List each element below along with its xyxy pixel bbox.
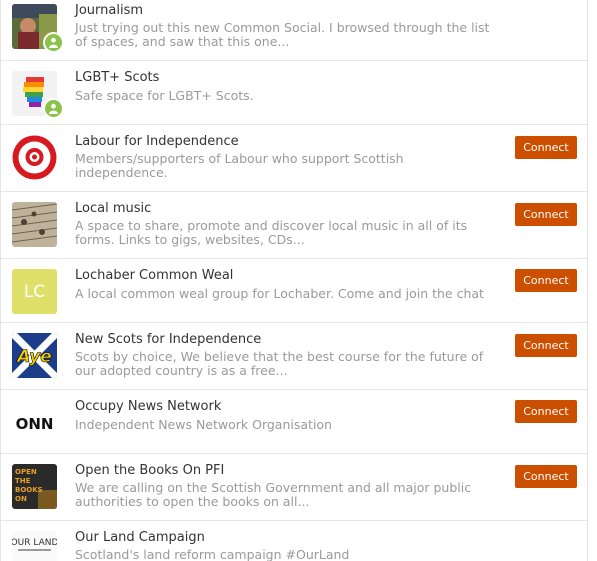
space-description: Safe space for LGBT+ Scots. bbox=[75, 88, 254, 103]
svg-text:OUR LAND: OUR LAND bbox=[12, 538, 57, 548]
connect-button[interactable]: Connect bbox=[515, 203, 577, 226]
connect-button[interactable]: Connect bbox=[515, 136, 577, 159]
space-description: We are calling on the Scottish Governmen… bbox=[75, 480, 472, 509]
labour-logo[interactable] bbox=[12, 135, 57, 180]
connect-button[interactable]: Connect bbox=[515, 334, 577, 357]
space-name[interactable]: Local music bbox=[75, 201, 151, 216]
space-description: A local common weal group for Lochaber. … bbox=[75, 286, 484, 301]
space-description: Scotland's land reform campaign #OurLand bbox=[75, 547, 350, 561]
list-item[interactable]: Labour for Independence Members/supporte… bbox=[1, 125, 587, 192]
list-item[interactable]: Journalism Just trying out this new Comm… bbox=[1, 0, 587, 61]
list-item[interactable]: OUR LAND Our Land Campaign Scotland's la… bbox=[1, 521, 587, 561]
new-scots-logo[interactable]: Aye bbox=[12, 333, 57, 378]
list-item[interactable]: LC Lochaber Common Weal A local common w… bbox=[1, 259, 587, 323]
lochaber-initials-avatar[interactable]: LC bbox=[12, 269, 57, 314]
our-land-logo[interactable]: OUR LAND bbox=[12, 531, 57, 561]
spaces-list: Journalism Just trying out this new Comm… bbox=[0, 0, 588, 561]
list-item[interactable]: Local music A space to share, promote an… bbox=[1, 192, 587, 259]
svg-text:BOOKS: BOOKS bbox=[15, 486, 43, 494]
svg-text:OPEN: OPEN bbox=[15, 468, 37, 476]
member-icon bbox=[43, 98, 64, 119]
list-item[interactable]: OPEN THE BOOKS ON Open the Books On PFI … bbox=[1, 454, 587, 521]
svg-text:Aye: Aye bbox=[15, 347, 52, 367]
space-name[interactable]: Journalism bbox=[75, 3, 143, 18]
space-name[interactable]: Lochaber Common Weal bbox=[75, 268, 233, 283]
space-name[interactable]: Labour for Independence bbox=[75, 134, 239, 149]
space-description: Independent News Network Organisation bbox=[75, 417, 332, 432]
space-description: Scots by choice, We believe that the bes… bbox=[75, 349, 484, 378]
space-name[interactable]: Open the Books On PFI bbox=[75, 463, 224, 478]
member-icon bbox=[43, 32, 64, 53]
svg-text:THE: THE bbox=[15, 477, 31, 485]
connect-button[interactable]: Connect bbox=[515, 465, 577, 488]
list-item[interactable]: ONN Occupy News Network Independent News… bbox=[1, 390, 587, 454]
space-description: A space to share, promote and discover l… bbox=[75, 218, 468, 247]
list-item[interactable]: LGBT+ Scots Safe space for LGBT+ Scots. bbox=[1, 61, 587, 125]
space-name[interactable]: New Scots for Independence bbox=[75, 332, 261, 347]
space-name[interactable]: Our Land Campaign bbox=[75, 530, 205, 545]
space-name[interactable]: LGBT+ Scots bbox=[75, 70, 159, 85]
space-description: Just trying out this new Common Social. … bbox=[75, 20, 490, 49]
space-description: Members/supporters of Labour who support… bbox=[75, 151, 404, 180]
open-books-logo[interactable]: OPEN THE BOOKS ON bbox=[12, 464, 57, 509]
local-music-avatar[interactable] bbox=[12, 202, 57, 247]
space-name[interactable]: Occupy News Network bbox=[75, 399, 221, 414]
svg-text:ONN: ONN bbox=[16, 415, 54, 433]
connect-button[interactable]: Connect bbox=[515, 400, 577, 423]
onn-logo[interactable]: ONN bbox=[12, 400, 57, 445]
svg-text:ON: ON bbox=[15, 495, 27, 503]
avatar-initials: LC bbox=[23, 281, 46, 302]
connect-button[interactable]: Connect bbox=[515, 269, 577, 292]
list-item[interactable]: Aye New Scots for Independence Scots by … bbox=[1, 323, 587, 390]
